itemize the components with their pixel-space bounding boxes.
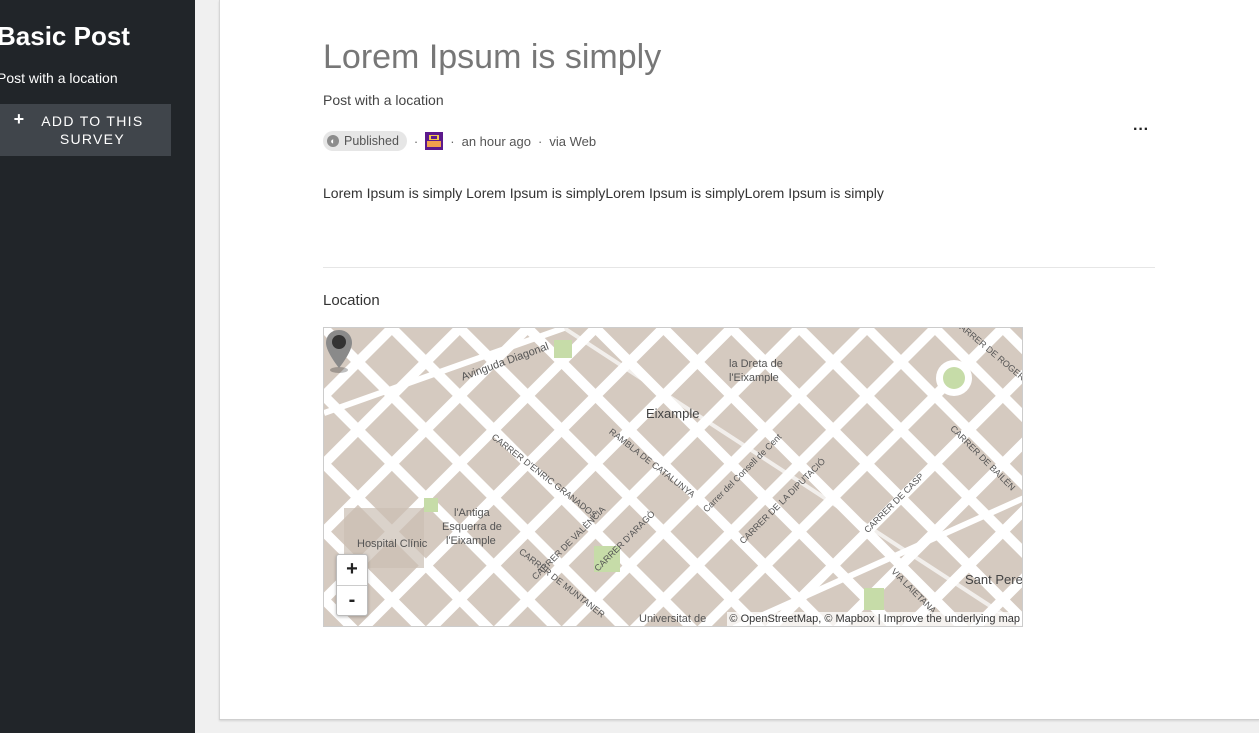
location-heading: Location [323, 292, 380, 309]
avatar[interactable] [425, 132, 444, 150]
zoom-in-button[interactable]: + [337, 555, 367, 585]
add-to-survey-button[interactable]: + ADD TO THIS SURVEY [0, 104, 171, 156]
map-marker-icon[interactable] [324, 328, 354, 374]
map-attribution: © OpenStreetMap, © Mapbox | Improve the … [727, 612, 1022, 626]
post-time: an hour ago [461, 133, 531, 149]
map-label: l'Eixample [729, 372, 779, 384]
plus-icon: + [13, 109, 26, 129]
post-title: Lorem Ipsum is simply [323, 38, 662, 76]
divider [323, 267, 1155, 268]
separator: · [538, 133, 543, 149]
status-badge[interactable]: ◐ Published [323, 131, 407, 151]
zoom-control: + - [336, 554, 368, 616]
post-body: Lorem Ipsum is simply Lorem Ipsum is sim… [323, 185, 884, 201]
status-label: Published [344, 134, 399, 148]
map-label: Hospital Clínic [357, 538, 428, 550]
post-subtitle: Post with a location [323, 92, 444, 108]
post-detail-card: Lorem Ipsum is simply Post with a locati… [219, 0, 1259, 720]
sidebar: Basic Post Post with a location + ADD TO… [0, 0, 195, 733]
map-label: Eixample [646, 406, 700, 421]
map-label: Esquerra de [442, 521, 502, 533]
more-options-icon[interactable]: ··· [1131, 122, 1151, 142]
improve-map-link[interactable]: Improve the underlying map [884, 613, 1020, 625]
map-label: Sant Pere [965, 572, 1023, 587]
survey-title: Basic Post [0, 21, 130, 51]
attribution-osm-link[interactable]: © OpenStreetMap, © Mapbox [729, 613, 874, 625]
map-label: l'Antiga [454, 507, 490, 519]
separator: · [450, 133, 455, 149]
map-label: l'Eixample [446, 535, 496, 547]
map-label: la Dreta de [729, 358, 783, 370]
content-gutter [195, 0, 220, 733]
separator: · [413, 133, 419, 149]
globe-icon: ◐ [327, 135, 339, 147]
map-label: Universitat de [639, 613, 707, 625]
location-map[interactable]: Eixample la Dreta de l'Eixample l'Antiga… [323, 327, 1023, 627]
add-to-survey-label: ADD TO THIS SURVEY [41, 113, 144, 147]
post-metadata: ◐ Published · · an hour ago · via Web [323, 131, 596, 151]
attribution-separator: | [877, 613, 881, 625]
zoom-out-button[interactable]: - [337, 585, 367, 615]
post-source: via Web [549, 133, 597, 149]
survey-subtitle: Post with a location [0, 70, 118, 86]
